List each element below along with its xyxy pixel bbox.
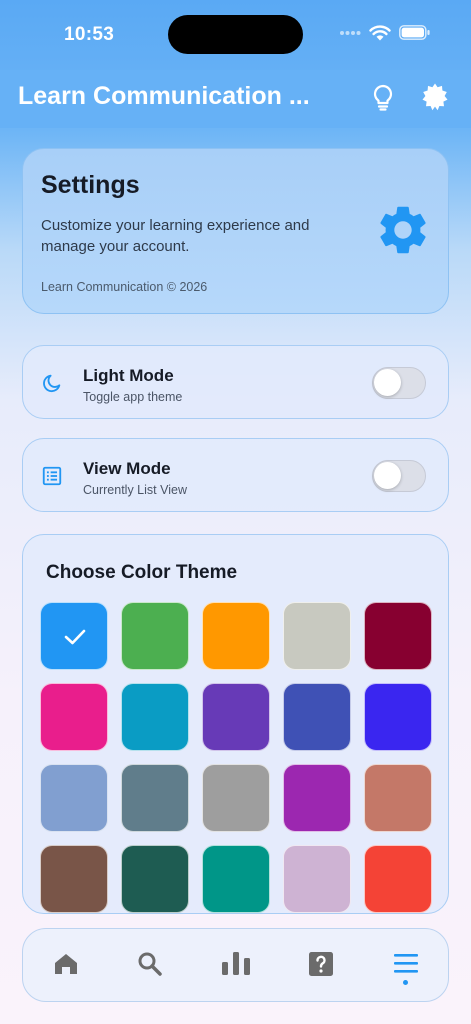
signal-dots-icon (340, 30, 361, 35)
color-swatch-selected[interactable] (40, 602, 108, 670)
color-swatch[interactable] (364, 845, 432, 913)
settings-description: Customize your learning experience and m… (41, 217, 310, 255)
battery-icon (399, 25, 430, 40)
help-icon[interactable] (304, 947, 338, 981)
view-mode-subtitle: Currently List View (83, 483, 187, 497)
color-swatch[interactable] (202, 602, 270, 670)
toggle-knob (374, 462, 401, 489)
view-mode-row[interactable]: View Mode Currently List View (22, 438, 449, 512)
status-time: 10:53 (64, 24, 115, 45)
color-swatch[interactable] (121, 683, 189, 751)
moon-icon (43, 374, 61, 393)
app-title: Learn Communication ... (18, 82, 310, 110)
color-swatch[interactable] (40, 764, 108, 832)
toggle-knob (374, 369, 401, 396)
color-theme-card: Choose Color Theme (22, 534, 449, 914)
view-mode-toggle[interactable] (372, 460, 426, 492)
color-swatch[interactable] (364, 764, 432, 832)
light-mode-row[interactable]: Light Mode Toggle app theme (22, 345, 449, 419)
color-swatch[interactable] (202, 845, 270, 913)
settings-title: Settings (41, 171, 140, 199)
light-mode-title: Light Mode (83, 366, 174, 385)
color-swatch[interactable] (121, 602, 189, 670)
color-swatch[interactable] (283, 764, 351, 832)
home-icon[interactable] (49, 947, 83, 981)
color-theme-title: Choose Color Theme (46, 562, 238, 583)
color-swatch[interactable] (202, 764, 270, 832)
color-swatch[interactable] (202, 683, 270, 751)
bar-chart-icon[interactable] (219, 947, 253, 981)
color-swatch[interactable] (40, 845, 108, 913)
view-mode-title: View Mode (83, 459, 171, 478)
status-bar: 10:53 (0, 0, 471, 70)
checkmark-icon (64, 629, 86, 645)
search-icon[interactable] (133, 947, 167, 981)
color-swatch[interactable] (364, 683, 432, 751)
color-swatch[interactable] (283, 845, 351, 913)
color-swatch[interactable] (121, 764, 189, 832)
color-swatch[interactable] (364, 602, 432, 670)
color-swatch[interactable] (40, 683, 108, 751)
light-mode-toggle[interactable] (372, 367, 426, 399)
app-bar: Learn Communication ... (0, 70, 471, 128)
wifi-icon (369, 25, 391, 41)
lightbulb-icon[interactable] (368, 82, 398, 112)
menu-icon[interactable] (389, 947, 423, 981)
settings-burst-icon[interactable] (420, 82, 450, 112)
light-mode-subtitle: Toggle app theme (83, 390, 183, 404)
status-icons (339, 24, 431, 41)
settings-header-card: Settings Customize your learning experie… (22, 148, 449, 314)
color-swatch[interactable] (283, 602, 351, 670)
list-view-icon (42, 466, 62, 486)
dynamic-island (168, 15, 303, 54)
color-swatch[interactable] (283, 683, 351, 751)
active-nav-indicator (403, 980, 408, 985)
settings-copyright: Learn Communication © 2026 (41, 280, 208, 294)
bottom-nav (22, 928, 449, 1002)
gear-icon (380, 206, 426, 254)
color-swatch[interactable] (121, 845, 189, 913)
